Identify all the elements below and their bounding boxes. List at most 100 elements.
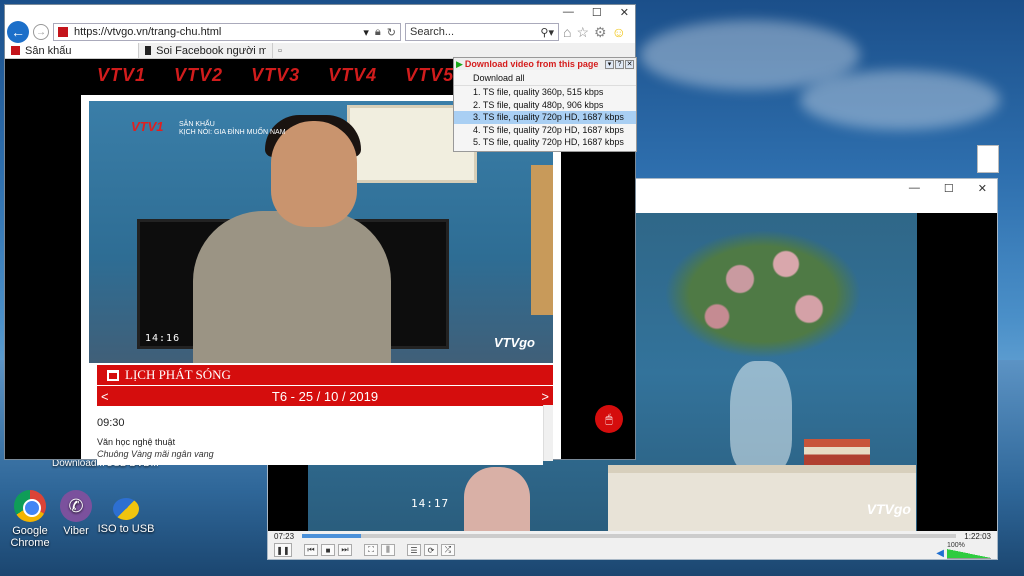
previous-button[interactable]: ⏮ xyxy=(304,544,318,556)
shuffle-button[interactable]: ⤮ xyxy=(441,544,455,556)
channel-vtv1[interactable]: VTV1 xyxy=(97,65,146,86)
forward-button[interactable]: → xyxy=(33,24,49,40)
maximize-button[interactable]: ☐ xyxy=(944,182,954,195)
chrome-icon xyxy=(14,490,46,522)
refresh-icon[interactable]: ↻ xyxy=(387,26,396,39)
browser-titlebar[interactable]: — ☐ ✕ xyxy=(5,5,635,21)
feedback-smiley-icon[interactable]: ☺ xyxy=(612,24,626,41)
show-caption-line: KỊCH NÓI: GIA ĐÌNH MUỐN NAM xyxy=(179,129,286,136)
books-scene xyxy=(804,439,870,465)
schedule-list[interactable]: 09:30 Văn học nghệ thuật Chuông Vàng mãi… xyxy=(97,409,543,465)
settings-gear-icon[interactable]: ⚙ xyxy=(594,24,607,41)
maximize-button[interactable]: ☐ xyxy=(592,6,602,19)
tab-soi-facebook[interactable]: Soi Facebook người mẫu "xôi t... xyxy=(139,43,273,58)
search-placeholder: Search... xyxy=(410,26,455,38)
navigation-bar: ← → https://vtvgo.vn/trang-chu.html ▾ 🔒︎… xyxy=(5,21,635,43)
search-icon[interactable]: ⚲ xyxy=(540,26,548,39)
desktop-icon-label: Google Chrome xyxy=(10,525,50,549)
address-bar[interactable]: https://vtvgo.vn/trang-chu.html ▾ 🔒︎ ↻ xyxy=(53,23,401,41)
next-date-button[interactable]: > xyxy=(541,389,549,404)
favorites-star-icon[interactable]: ☆ xyxy=(576,24,589,41)
new-tab-button[interactable]: ▫ xyxy=(273,43,287,58)
person-scene xyxy=(193,211,391,363)
loop-button[interactable]: ⟳ xyxy=(424,544,438,556)
file-icon[interactable] xyxy=(977,145,999,173)
url-text: https://vtvgo.vn/trang-chu.html xyxy=(74,26,222,38)
close-button[interactable]: ✕ xyxy=(978,182,987,195)
download-option[interactable]: 5. TS file, quality 720p HD, 1687 kbps xyxy=(454,136,636,149)
schedule-time: 09:30 xyxy=(97,417,125,429)
calendar-icon xyxy=(107,369,119,381)
speaker-icon[interactable]: ◀ xyxy=(936,548,944,559)
desktop-icon-label: Viber xyxy=(63,525,89,537)
minimize-button[interactable]: — xyxy=(563,6,574,19)
download-popup-header[interactable]: ▶ Download video from this page ▾ ? ✕ xyxy=(454,58,636,70)
schedule-date-bar: < T6 - 25 / 10 / 2019 > xyxy=(97,386,553,406)
home-icon[interactable]: ⌂ xyxy=(563,24,571,41)
tab-favicon-icon xyxy=(11,46,20,55)
download-option[interactable]: 4. TS file, quality 720p HD, 1687 kbps xyxy=(454,124,636,137)
video-time-osd: 14:16 xyxy=(145,333,181,344)
channel-vtv5[interactable]: VTV5 xyxy=(405,65,454,86)
volume-slider[interactable] xyxy=(947,548,991,559)
shelf-scene xyxy=(531,165,553,315)
tab-san-khau[interactable]: Sân khấu xyxy=(5,43,139,58)
download-option[interactable]: 2. TS file, quality 480p, 906 kbps xyxy=(454,99,636,112)
popup-menu-icon[interactable]: ▾ xyxy=(605,59,614,69)
download-popup-title: Download video from this page xyxy=(464,59,599,69)
schedule-scrollbar[interactable] xyxy=(543,405,553,461)
lock-icon[interactable]: 🔒︎ xyxy=(375,26,381,39)
download-option[interactable]: 1. TS file, quality 360p, 515 kbps xyxy=(454,86,636,99)
tab-label: Sân khấu xyxy=(25,44,72,57)
show-caption: SÂN KHẤU KỊCH NÓI: GIA ĐÌNH MUỐN NAM xyxy=(179,121,286,137)
elapsed-time: 07:23 xyxy=(274,531,295,541)
download-option[interactable]: 3. TS file, quality 720p HD, 1687 kbps xyxy=(454,111,636,124)
seek-bar[interactable] xyxy=(302,534,957,538)
pause-button[interactable]: ❚❚ xyxy=(274,543,292,557)
minimize-button[interactable]: — xyxy=(909,182,920,195)
volume-control[interactable]: ◀ 100% xyxy=(936,542,991,559)
viber-icon: ✆ xyxy=(60,490,92,522)
channel-vtv4[interactable]: VTV4 xyxy=(328,65,377,86)
mouse-scroll-icon[interactable]: 🖱︎ xyxy=(595,405,623,433)
person-scene xyxy=(464,467,530,533)
stop-button[interactable]: ■ xyxy=(321,544,335,556)
desktop-icon-iso-to-usb[interactable]: ISO to USB xyxy=(96,498,156,535)
schedule-program-title: Văn học nghệ thuật xyxy=(97,437,176,447)
search-box[interactable]: Search... ⚲ ▾ xyxy=(405,23,559,41)
channel-vtv3[interactable]: VTV3 xyxy=(251,65,300,86)
close-icon[interactable]: ✕ xyxy=(625,59,634,69)
player-watermark: VTVgo xyxy=(866,501,911,517)
schedule-date: T6 - 25 / 10 / 2019 xyxy=(271,388,379,404)
extended-settings-button[interactable]: ⫼ xyxy=(381,544,395,556)
prev-date-button[interactable]: < xyxy=(101,389,109,404)
help-icon[interactable]: ? xyxy=(615,59,624,69)
schedule-title: LỊCH PHÁT SÓNG xyxy=(125,367,231,382)
close-button[interactable]: ✕ xyxy=(620,6,629,19)
next-button[interactable]: ⏭ xyxy=(338,544,352,556)
download-options-list: 1. TS file, quality 360p, 515 kbps 2. TS… xyxy=(454,86,636,149)
console-table-scene xyxy=(608,465,916,533)
back-button[interactable]: ← xyxy=(7,21,29,43)
playlist-button[interactable]: ☰ xyxy=(407,544,421,556)
tab-label: Soi Facebook người mẫu "xôi t... xyxy=(156,44,266,57)
dropdown-icon[interactable]: ▾ xyxy=(363,26,369,39)
volume-percent: 100% xyxy=(947,541,965,549)
play-icon: ▶ xyxy=(456,58,463,69)
show-caption-line: SÂN KHẤU xyxy=(179,121,215,128)
player-controls: 07:23 1:22:03 ❚❚ ⏮ ■ ⏭ ⛶ ⫼ ☰ ⟳ ⤮ ◀ 100% xyxy=(268,531,997,559)
iso-usb-icon xyxy=(113,498,139,520)
duration-time: 1:22:03 xyxy=(964,531,991,541)
tab-favicon-icon xyxy=(145,46,152,55)
download-all-item[interactable]: Download all xyxy=(454,70,636,86)
channel-logo: VTV1 xyxy=(131,119,164,134)
schedule-header: LỊCH PHÁT SÓNG xyxy=(97,365,553,385)
channel-vtv2[interactable]: VTV2 xyxy=(174,65,223,86)
flowers-scene xyxy=(648,219,878,369)
player-time-osd: 14:17 xyxy=(411,497,450,510)
desktop-icon-label: ISO to USB xyxy=(97,523,155,535)
fullscreen-button[interactable]: ⛶ xyxy=(364,544,378,556)
video-watermark: VTVgo xyxy=(493,335,535,350)
search-dropdown-icon[interactable]: ▾ xyxy=(548,26,554,39)
schedule-program-subtitle: Chuông Vàng mãi ngân vang xyxy=(97,449,214,459)
